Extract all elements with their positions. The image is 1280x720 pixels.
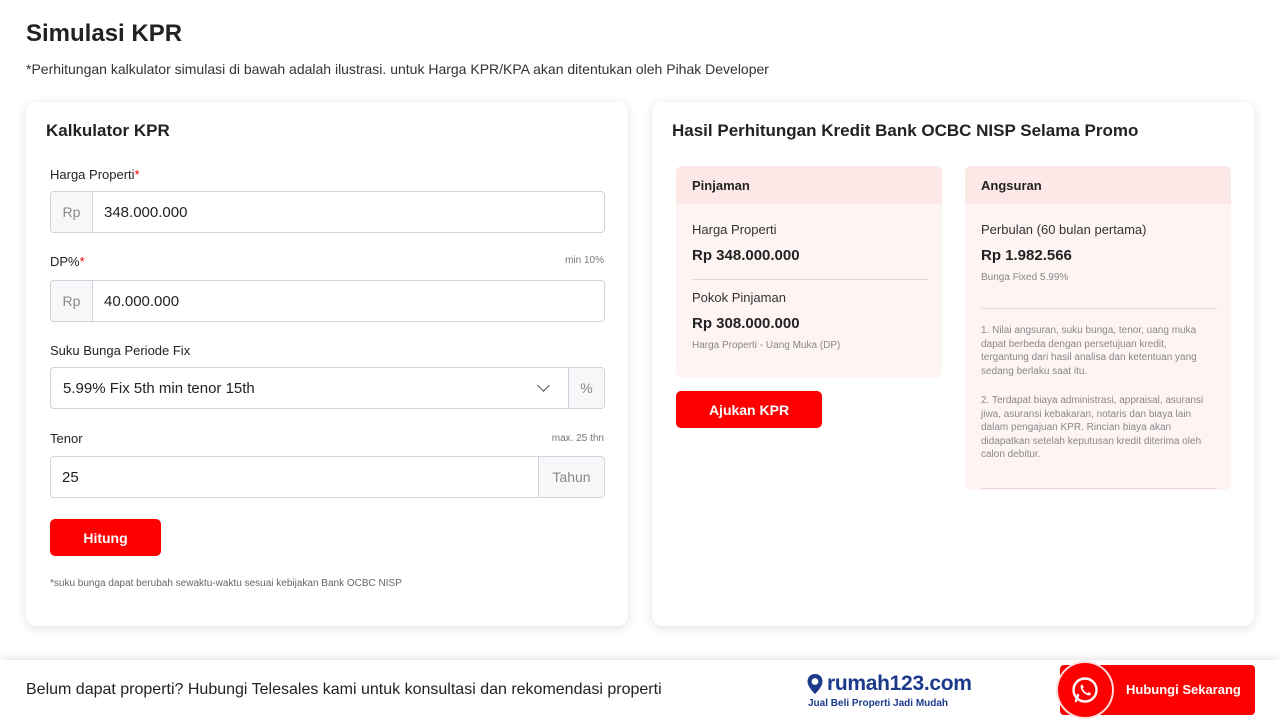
calculator-card: Kalkulator KPR Harga Properti* Rp 348.00…	[26, 102, 628, 626]
suku-bunga-select[interactable]: 5.99% Fix 5th min tenor 15th %	[50, 367, 605, 409]
angsuran-panel: Angsuran Perbulan (60 bulan pertama) Rp …	[965, 166, 1231, 490]
ajukan-kpr-button[interactable]: Ajukan KPR	[676, 391, 822, 428]
pinjaman-panel: Pinjaman Harga Properti Rp 348.000.000 P…	[676, 166, 942, 378]
tahun-suffix: Tahun	[538, 457, 604, 497]
dp-hint: min 10%	[565, 255, 604, 266]
result-card: Hasil Perhitungan Kredit Bank OCBC NISP …	[652, 102, 1254, 626]
page-title: Simulasi KPR	[26, 20, 183, 47]
bunga-label: Suku Bunga Periode Fix	[50, 343, 191, 358]
tenor-value[interactable]: 25	[51, 457, 538, 497]
rumah123-logo: rumah123.com Jual Beli Properti Jadi Mud…	[806, 672, 972, 709]
divider	[692, 279, 928, 280]
tenor-label: Tenor	[50, 431, 83, 446]
harga-properti-label: Harga Properti	[692, 222, 777, 237]
angsuran-header: Angsuran	[965, 166, 1231, 204]
bunga-disclaimer: *suku bunga dapat berubah sewaktu-waktu …	[50, 578, 402, 589]
result-title: Hasil Perhitungan Kredit Bank OCBC NISP …	[672, 121, 1139, 140]
harga-label: Harga Properti*	[50, 167, 140, 182]
perbulan-amount: Rp 1.982.566	[981, 247, 1072, 264]
percent-suffix: %	[568, 368, 604, 408]
angsuran-note-1: 1. Nilai angsuran, suku bunga, tenor, ua…	[981, 325, 1197, 377]
suku-bunga-selected: 5.99% Fix 5th min tenor 15th	[63, 379, 255, 397]
tenor-hint: max. 25 thn	[551, 433, 604, 444]
hubungi-sekarang-button[interactable]: Hubungi Sekarang	[1058, 663, 1255, 717]
angsuran-note-2: 2. Terdapat biaya administrasi, appraisa…	[981, 395, 1204, 460]
perbulan-label: Perbulan (60 bulan pertama)	[981, 222, 1147, 237]
harga-properti-value[interactable]: 348.000.000	[93, 192, 604, 232]
hubungi-sekarang-label: Hubungi Sekarang	[1126, 682, 1241, 697]
divider	[981, 488, 1217, 489]
pokok-pinjaman-label: Pokok Pinjaman	[692, 290, 786, 305]
divider	[981, 308, 1217, 309]
harga-properti-input[interactable]: Rp 348.000.000	[50, 191, 605, 233]
pokok-pinjaman-note: Harga Properti - Uang Muka (DP)	[692, 340, 841, 351]
calculator-title: Kalkulator KPR	[46, 121, 170, 140]
logo-tagline: Jual Beli Properti Jadi Mudah	[808, 698, 949, 709]
telesales-bar: Belum dapat properti? Hubungi Telesales …	[0, 660, 1280, 720]
whatsapp-icon[interactable]	[1058, 663, 1112, 717]
chevron-down-icon[interactable]	[537, 379, 550, 392]
page-subtitle: *Perhitungan kalkulator simulasi di bawa…	[26, 61, 769, 77]
hitung-button[interactable]: Hitung	[50, 519, 161, 556]
suku-bunga-dropdown[interactable]: 5.99% Fix 5th min tenor 15th	[51, 368, 568, 408]
logo-text: rumah123.com	[827, 672, 972, 695]
telesales-text: Belum dapat properti? Hubungi Telesales …	[26, 681, 662, 698]
tenor-input[interactable]: 25 Tahun	[50, 456, 605, 498]
pokok-pinjaman-amount: Rp 308.000.000	[692, 315, 800, 332]
rp-prefix: Rp	[51, 281, 93, 321]
dp-value[interactable]: 40.000.000	[93, 281, 604, 321]
location-pin-icon	[807, 674, 823, 694]
harga-properti-amount: Rp 348.000.000	[692, 247, 800, 264]
bunga-fixed-note: Bunga Fixed 5.99%	[981, 272, 1069, 283]
rp-prefix: Rp	[51, 192, 93, 232]
pinjaman-header: Pinjaman	[676, 166, 942, 204]
dp-input[interactable]: Rp 40.000.000	[50, 280, 605, 322]
dp-label: DP%*	[50, 254, 85, 269]
